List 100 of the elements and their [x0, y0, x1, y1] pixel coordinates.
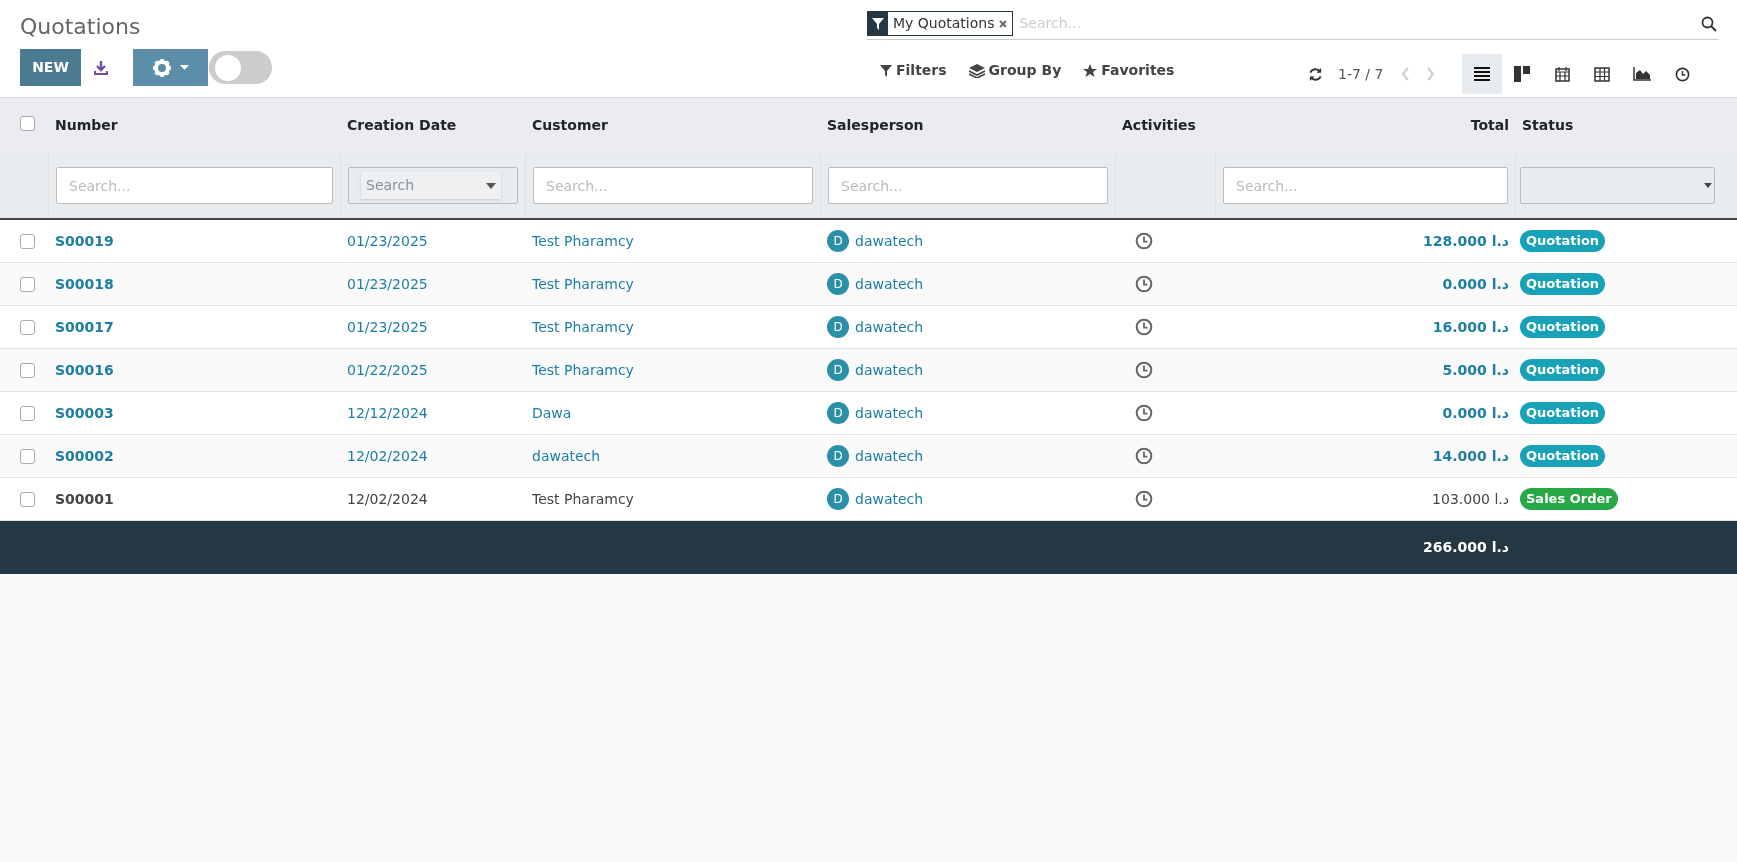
- column-search-field[interactable]: Search...: [533, 167, 813, 204]
- checkbox[interactable]: [20, 319, 35, 335]
- column-header[interactable]: Number: [55, 117, 118, 133]
- table-cell: Dawa: [532, 404, 572, 421]
- avatar: D: [827, 273, 849, 295]
- avatar: D: [827, 230, 849, 252]
- table-cell: 12/02/2024: [347, 490, 428, 507]
- status-badge: Sales Order: [1520, 488, 1618, 510]
- pager-value[interactable]: 1-7 / 7: [1338, 63, 1384, 85]
- status-badge: Quotation: [1520, 445, 1606, 467]
- checkbox[interactable]: [20, 362, 35, 378]
- table-cell: 01/22/2025: [347, 361, 428, 378]
- table-cell: Test Pharamcy: [532, 361, 634, 378]
- list-view-icon[interactable]: [1474, 67, 1491, 81]
- table-cell: dawatech: [532, 447, 601, 464]
- quotation-number[interactable]: S00018: [55, 275, 114, 292]
- avatar: D: [827, 359, 849, 381]
- gear-icon: [152, 57, 172, 78]
- table-cell-text: dawatech: [855, 489, 924, 509]
- column-header[interactable]: Customer: [532, 117, 608, 133]
- column-search-field[interactable]: Search...: [56, 167, 333, 204]
- column-search-field[interactable]: Search...: [828, 167, 1108, 204]
- table-cell-text: dawatech: [855, 274, 924, 294]
- checkbox[interactable]: [20, 448, 35, 464]
- select-placeholder: Search: [366, 176, 415, 195]
- search-option[interactable]: Favorites: [1101, 60, 1175, 81]
- quotation-number[interactable]: S00016: [55, 361, 114, 378]
- toggle-switch[interactable]: [209, 51, 272, 84]
- quotation-number[interactable]: S00001: [55, 490, 114, 507]
- column-header[interactable]: Total: [1470, 117, 1509, 133]
- clock-icon[interactable]: [1135, 232, 1153, 250]
- checkbox[interactable]: [20, 491, 35, 507]
- table-cell-text: dawatech: [855, 231, 924, 251]
- table-cell: 0.000 د.ا: [1442, 275, 1509, 292]
- avatar: D: [827, 316, 849, 338]
- clock-icon[interactable]: [1674, 66, 1690, 82]
- quotation-number[interactable]: S00017: [55, 318, 114, 335]
- avatar: D: [827, 402, 849, 424]
- table-cell: Test Pharamcy: [532, 275, 634, 292]
- avatar: D: [827, 445, 849, 467]
- table-cell: Test Pharamcy: [532, 490, 634, 507]
- table-cell-text: dawatech: [855, 403, 924, 423]
- area-chart-icon[interactable]: [1633, 67, 1652, 81]
- layers-icon: [968, 63, 985, 78]
- table-cell: 103.000 د.ا: [1432, 490, 1509, 507]
- new-button[interactable]: NEW: [20, 49, 81, 86]
- filter-icon: [872, 17, 884, 30]
- table-cell-text: dawatech: [855, 317, 924, 337]
- table-cell-text: dawatech: [855, 446, 924, 466]
- calendar-icon[interactable]: [1554, 66, 1570, 82]
- column-header[interactable]: Salesperson: [827, 117, 924, 133]
- column-header[interactable]: Creation Date: [347, 117, 457, 133]
- status-badge: Quotation: [1520, 230, 1606, 252]
- table-cell-text: dawatech: [855, 360, 924, 380]
- column-search-field[interactable]: Search...: [1223, 167, 1508, 204]
- table-cell: 12/12/2024: [347, 404, 428, 421]
- download-icon[interactable]: [93, 59, 109, 76]
- table-cell: 0.000 د.ا: [1442, 404, 1509, 421]
- column-header[interactable]: Status: [1522, 117, 1574, 133]
- close-icon[interactable]: [999, 19, 1008, 28]
- clock-icon[interactable]: [1135, 318, 1153, 336]
- search-icon[interactable]: [1701, 15, 1717, 32]
- clock-icon[interactable]: [1135, 404, 1153, 422]
- settings-button[interactable]: [133, 49, 208, 86]
- kanban-view-icon[interactable]: [1514, 66, 1531, 82]
- search-option[interactable]: Filters: [896, 60, 947, 81]
- table-cell: 128.000 د.ا: [1423, 232, 1509, 249]
- facet-label: My Quotations: [892, 14, 996, 33]
- refresh-icon[interactable]: [1308, 66, 1323, 82]
- status-badge: Quotation: [1520, 402, 1606, 424]
- quotation-number[interactable]: S00019: [55, 232, 114, 249]
- status-badge: Quotation: [1520, 273, 1606, 295]
- clock-icon[interactable]: [1135, 361, 1153, 379]
- table-cell: Test Pharamcy: [532, 232, 634, 249]
- checkbox[interactable]: [20, 276, 35, 292]
- quotation-number[interactable]: S00003: [55, 404, 114, 421]
- star-icon: [1083, 63, 1098, 78]
- search-option[interactable]: Group By: [988, 60, 1062, 81]
- filter-icon: [880, 64, 892, 77]
- column-header[interactable]: Activities: [1122, 117, 1196, 133]
- table-cell: 12/02/2024: [347, 447, 428, 464]
- table-cell: Test Pharamcy: [532, 318, 634, 335]
- clock-icon[interactable]: [1135, 275, 1153, 293]
- status-badge: Quotation: [1520, 359, 1606, 381]
- checkbox[interactable]: [20, 233, 35, 249]
- filter-facet[interactable]: My Quotations: [867, 11, 1014, 36]
- quotation-number[interactable]: S00002: [55, 447, 114, 464]
- checkbox[interactable]: [20, 116, 35, 131]
- table-cell: 01/23/2025: [347, 318, 428, 335]
- status-badge: Quotation: [1520, 316, 1606, 338]
- checkbox[interactable]: [20, 405, 35, 421]
- table-grid-icon[interactable]: [1594, 66, 1611, 82]
- table-cell: 5.000 د.ا: [1442, 361, 1509, 378]
- clock-icon[interactable]: [1135, 447, 1153, 465]
- view-switcher-button[interactable]: [1462, 54, 1503, 94]
- clock-icon[interactable]: [1135, 490, 1153, 508]
- caret-icon: [1704, 183, 1712, 188]
- page-title: Quotations: [20, 13, 141, 41]
- avatar: D: [827, 488, 849, 510]
- table-cell: 14.000 د.ا: [1432, 447, 1509, 464]
